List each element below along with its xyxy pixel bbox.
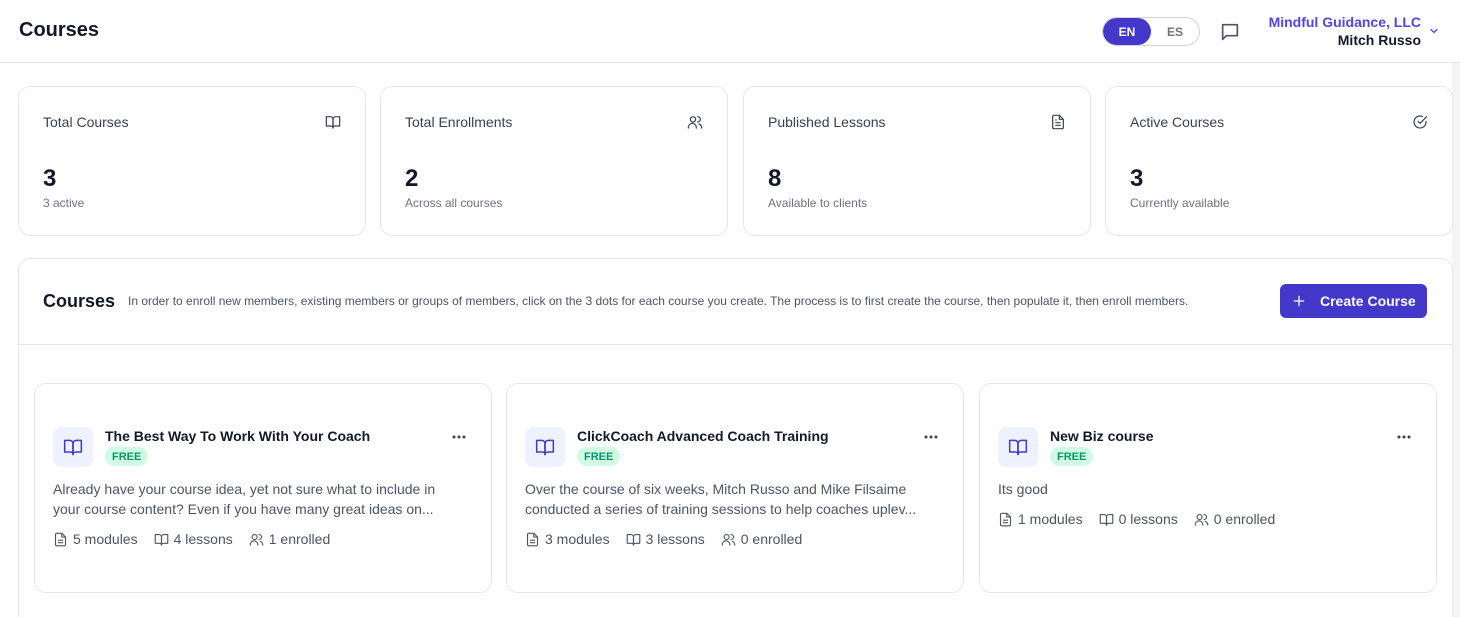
top-bar: Courses EN ES Mindful Guidance, LLC Mitc… (0, 0, 1460, 63)
more-horizontal-icon (924, 435, 938, 439)
book-open-icon (154, 533, 168, 546)
more-options-button[interactable] (449, 430, 469, 444)
language-toggle[interactable]: EN ES (1102, 17, 1200, 46)
language-es-button[interactable]: ES (1151, 18, 1199, 45)
enrolled-count: 0 enrolled (1194, 511, 1276, 527)
create-course-button[interactable]: Create Course (1280, 284, 1427, 318)
enrolled-label: 0 enrolled (740, 531, 803, 547)
lessons-count: 3 lessons (626, 531, 705, 547)
stat-subtitle: Across all courses (405, 196, 503, 210)
create-course-label: Create Course (1320, 293, 1416, 309)
stat-value: 3 (1130, 165, 1144, 192)
course-meta: 3 modules 3 lessons 0 enrolled (525, 531, 802, 547)
course-card[interactable]: ClickCoach Advanced Coach Training FREE … (506, 383, 964, 593)
course-description-line: Over the course of six weeks, Mitch Russ… (525, 481, 907, 497)
stat-card-published-lessons: Published Lessons 8 Available to clients (743, 86, 1091, 236)
stat-title: Total Enrollments (405, 114, 513, 130)
stat-card-total-courses: Total Courses 3 3 active (18, 86, 366, 236)
enrolled-count: 1 enrolled (249, 531, 331, 547)
modules-label: 5 modules (73, 531, 138, 547)
stat-title: Published Lessons (768, 114, 886, 130)
enrolled-label: 1 enrolled (268, 531, 331, 547)
organization-name[interactable]: Mindful Guidance, LLC (1269, 14, 1421, 31)
stat-value: 8 (768, 165, 782, 192)
lessons-count: 0 lessons (1099, 511, 1178, 527)
stat-subtitle: 3 active (43, 196, 85, 210)
enrolled-label: 0 enrolled (1213, 511, 1276, 527)
courses-panel-header: Courses In order to enroll new members, … (19, 259, 1452, 345)
file-text-icon (54, 532, 67, 546)
course-meta: 1 modules 0 lessons 0 enrolled (998, 511, 1275, 527)
course-title[interactable]: ClickCoach Advanced Coach Training (577, 428, 829, 444)
users-icon (1194, 513, 1209, 526)
stat-title: Total Courses (43, 114, 129, 130)
users-icon (687, 116, 703, 129)
stat-value: 2 (405, 165, 419, 192)
check-circle-icon (1413, 115, 1428, 129)
message-icon[interactable] (1219, 21, 1241, 43)
lessons-label: 0 lessons (1118, 511, 1178, 527)
more-options-button[interactable] (1394, 430, 1414, 444)
stat-subtitle: Currently available (1130, 196, 1230, 210)
stat-card-total-enrollments: Total Enrollments 2 Across all courses (380, 86, 728, 236)
enrolled-count: 0 enrolled (721, 531, 803, 547)
language-en-button[interactable]: EN (1103, 18, 1151, 45)
price-badge: FREE (105, 447, 149, 466)
stat-value: 3 (43, 165, 57, 192)
stat-card-active-courses: Active Courses 3 Currently available (1105, 86, 1453, 236)
stat-title: Active Courses (1130, 114, 1225, 130)
page-title: Courses (19, 19, 100, 41)
modules-count: 5 modules (53, 531, 138, 547)
modules-count: 1 modules (998, 511, 1083, 527)
courses-panel-description: In order to enroll new members, existing… (128, 294, 1189, 308)
course-description: Over the course of six weeks, Mitch Russ… (525, 479, 945, 519)
more-horizontal-icon (1397, 435, 1411, 439)
stat-subtitle: Available to clients (768, 196, 868, 210)
plus-icon (1293, 295, 1305, 307)
course-description-line: Its good (998, 481, 1048, 497)
book-open-icon (325, 116, 341, 129)
book-open-icon (626, 533, 640, 546)
course-description: Its good (998, 479, 1418, 499)
book-open-icon (1008, 439, 1028, 456)
file-text-icon (526, 532, 539, 546)
course-icon (998, 427, 1038, 467)
book-open-icon (63, 439, 83, 456)
course-description: Already have your course idea, yet not s… (53, 479, 473, 519)
courses-panel-title: Courses (43, 291, 116, 311)
course-icon (53, 427, 93, 467)
course-icon (525, 427, 565, 467)
more-options-button[interactable] (921, 430, 941, 444)
book-open-icon (1099, 513, 1113, 526)
course-title[interactable]: New Biz course (1050, 428, 1153, 444)
book-open-icon (535, 439, 555, 456)
course-description-line: conducted a series of training sessions … (525, 501, 917, 517)
page-scrollbar[interactable] (1452, 63, 1460, 617)
course-description-line: your course content? Even if you have ma… (53, 501, 434, 517)
course-meta: 5 modules 4 lessons 1 enrolled (53, 531, 330, 547)
lessons-label: 3 lessons (645, 531, 705, 547)
course-card[interactable]: The Best Way To Work With Your Coach FRE… (34, 383, 492, 593)
modules-label: 1 modules (1018, 511, 1083, 527)
modules-label: 3 modules (545, 531, 610, 547)
price-badge: FREE (1050, 447, 1094, 466)
price-badge: FREE (577, 447, 621, 466)
lessons-label: 4 lessons (173, 531, 233, 547)
lessons-count: 4 lessons (154, 531, 233, 547)
user-name: Mitch Russo (1337, 32, 1421, 48)
file-text-icon (1052, 114, 1064, 130)
users-icon (249, 533, 264, 546)
course-card[interactable]: New Biz course FREE Its good 1 modules 0… (979, 383, 1437, 593)
course-description-line: Already have your course idea, yet not s… (53, 481, 436, 497)
course-title[interactable]: The Best Way To Work With Your Coach (105, 428, 370, 444)
file-text-icon (999, 512, 1012, 526)
more-horizontal-icon (452, 435, 466, 439)
users-icon (721, 533, 736, 546)
chevron-down-icon[interactable] (1428, 25, 1440, 37)
account-menu[interactable]: Mindful Guidance, LLC Mitch Russo (1269, 14, 1421, 50)
modules-count: 3 modules (525, 531, 610, 547)
